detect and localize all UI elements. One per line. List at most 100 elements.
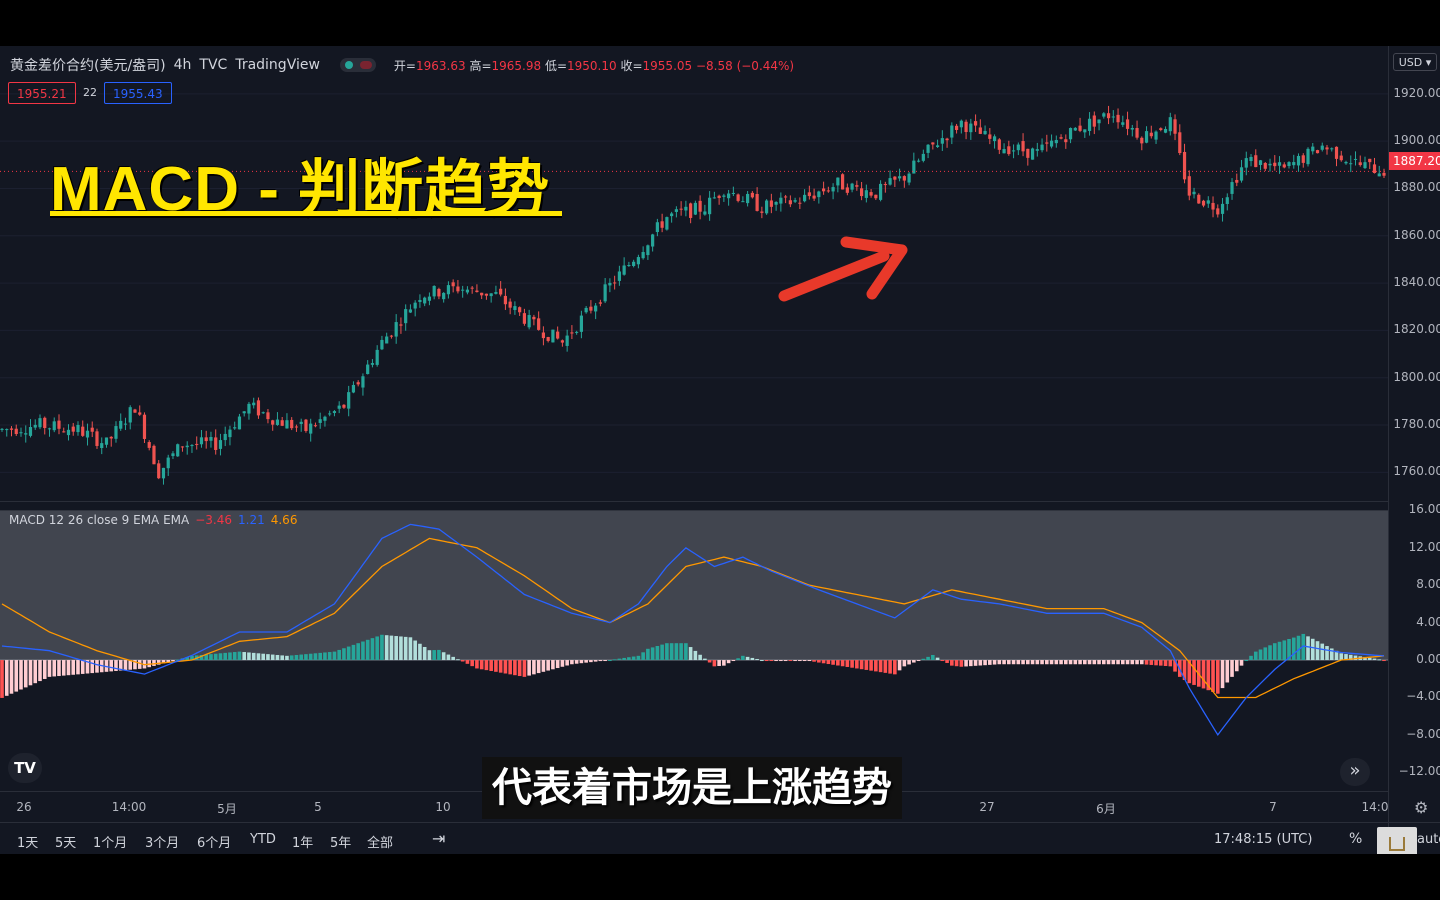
candle (779, 192, 783, 212)
candle (85, 423, 90, 446)
candle (608, 278, 612, 293)
range-1y-button[interactable]: 1年 (292, 832, 313, 851)
candle (959, 119, 963, 134)
open-value: 1963.63 (415, 58, 466, 73)
macd-histogram-bar (1154, 660, 1158, 666)
range-5y-button[interactable]: 5年 (330, 832, 351, 851)
candle (627, 261, 631, 267)
macd-histogram-bar (992, 660, 997, 665)
macd-histogram-bar (356, 643, 360, 661)
range-1d-button[interactable]: 1天 (17, 832, 38, 851)
candle (532, 314, 536, 326)
price-axis[interactable]: USD ▾ 1920.00 1900.00 1880.00 1860.00 1840.0… (1388, 46, 1440, 854)
macd-histogram-bar (741, 655, 745, 661)
candle (1016, 142, 1020, 156)
macd-histogram-bar (503, 660, 508, 674)
candle (157, 460, 161, 480)
macd-histogram-bar (4, 660, 9, 696)
macd-histogram-bar (969, 660, 973, 667)
macd-histogram-bar (1120, 660, 1125, 665)
utc-clock[interactable]: 17:48:15 (UTC) (1214, 832, 1312, 847)
macd-histogram-bar (698, 654, 702, 661)
currency-selector[interactable]: USD ▾ (1393, 53, 1437, 71)
macd-histogram-bar (171, 660, 175, 662)
macd-histogram-bar (764, 660, 769, 662)
macd-histogram-bar (370, 638, 375, 661)
interval-label[interactable]: 4h (174, 57, 192, 73)
macd-histogram-bar (9, 660, 14, 694)
candle (199, 429, 204, 448)
buy-button[interactable]: 1955.43 (104, 82, 172, 104)
macd-histogram-bar (213, 653, 218, 661)
candle (537, 311, 541, 331)
range-3m-button[interactable]: 3个月 (145, 832, 179, 851)
candle (684, 200, 688, 217)
macd-histogram-bar (1239, 660, 1244, 666)
price-chart[interactable] (0, 46, 1388, 501)
range-6m-button[interactable]: 6个月 (197, 832, 231, 851)
sell-button[interactable]: 1955.21 (8, 82, 76, 104)
range-5d-button[interactable]: 5天 (55, 832, 76, 851)
macd-histogram-bar (869, 660, 873, 671)
macd-histogram-bar (1144, 660, 1149, 665)
macd-histogram-bar (712, 660, 717, 667)
candle (589, 300, 593, 314)
chart-app: 黄金差价合约(美元/盎司) 4h TVC TradingView 开=1963.… (0, 46, 1440, 867)
candle (461, 285, 465, 298)
candle (9, 426, 14, 437)
candle (1268, 158, 1272, 172)
tradingview-logo-icon[interactable]: TV (8, 753, 42, 783)
range-ytd-button[interactable]: YTD (250, 832, 276, 847)
macd-chart[interactable] (0, 501, 1388, 791)
scroll-to-realtime-button[interactable]: » (1340, 758, 1370, 786)
candle (1344, 160, 1348, 165)
macd-histogram-bar (14, 660, 19, 692)
candle (807, 185, 811, 200)
macd-histogram-bar (1054, 660, 1059, 665)
macd-histogram-bar (912, 660, 916, 663)
macd-histogram-bar (1220, 660, 1225, 689)
candle (1159, 127, 1163, 132)
candle (712, 191, 716, 199)
candle (109, 436, 113, 447)
macd-histogram-bar (237, 651, 242, 661)
candle (551, 329, 555, 343)
candle (1254, 149, 1258, 168)
macd-histogram-bar (897, 660, 902, 671)
macd-histogram-bar (1268, 645, 1272, 661)
candle (361, 373, 365, 396)
candle (470, 285, 474, 294)
candle (727, 189, 731, 206)
macd-histogram-bar (769, 660, 774, 662)
range-all-button[interactable]: 全部 (367, 832, 393, 851)
macd-histogram-bar (1021, 660, 1025, 665)
candle (119, 413, 123, 431)
candle (983, 125, 987, 135)
candle (632, 259, 636, 268)
macd-histogram-bar (494, 660, 498, 672)
macd-histogram-bar (451, 656, 455, 661)
macd-histogram-bar (921, 658, 926, 661)
macd-histogram-bar (308, 653, 313, 661)
candle (304, 418, 308, 433)
percent-scale-button[interactable]: % (1349, 831, 1362, 847)
candle (693, 200, 697, 216)
macd-histogram-bar (1201, 660, 1206, 689)
settings-icon[interactable]: ⚙ (1414, 798, 1428, 817)
goto-date-icon[interactable]: ⇥ (432, 829, 445, 848)
macd-histogram-bar (508, 660, 512, 675)
macd-indicator-label[interactable]: MACD 12 26 close 9 EMA EMA (9, 513, 189, 527)
candle (356, 380, 360, 387)
candle (380, 335, 384, 351)
symbol-name[interactable]: 黄金差价合约(美元/盎司) (10, 55, 166, 75)
candle (1102, 112, 1106, 119)
pane-separator[interactable] (0, 501, 1388, 502)
candle (90, 421, 94, 438)
range-1m-button[interactable]: 1个月 (93, 832, 127, 851)
auto-scale-button[interactable]: auto (1417, 832, 1440, 847)
macd-histogram-bar (0, 660, 4, 698)
macd-histogram-bar (1073, 660, 1078, 665)
candle (1287, 161, 1291, 169)
macd-histogram-bar (1230, 660, 1234, 677)
market-status-toggle[interactable] (339, 58, 376, 72)
